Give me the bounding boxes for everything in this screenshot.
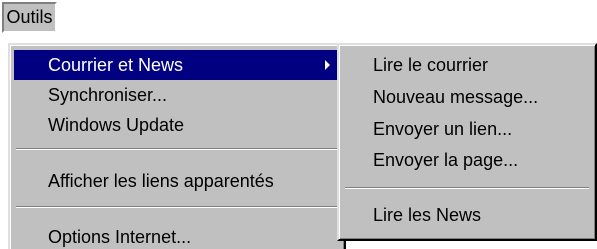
submenu-item-envoyer-lien[interactable]: Envoyer un lien... <box>343 114 591 144</box>
menu-item-label: Lire les News <box>373 205 482 225</box>
submenu-arrow-icon <box>325 60 330 70</box>
menu-separator <box>16 148 338 150</box>
submenu-item-lire-news[interactable]: Lire les News <box>343 200 591 230</box>
menu-item-label: Options Internet... <box>48 227 192 247</box>
menu-item-synchroniser[interactable]: Synchroniser... <box>14 80 340 110</box>
menu-item-label: Windows Update <box>48 115 185 135</box>
menu-item-label: Synchroniser... <box>48 85 168 105</box>
menu-item-afficher-liens[interactable]: Afficher les liens apparentés <box>14 166 340 196</box>
menu-outils-label: Outils <box>6 7 53 27</box>
menu-separator <box>345 187 589 189</box>
submenu-item-envoyer-page[interactable]: Envoyer la page... <box>343 145 591 175</box>
menu-item-options-internet[interactable]: Options Internet... <box>14 222 340 249</box>
menu-separator <box>16 206 338 208</box>
menu-item-windows-update[interactable]: Windows Update <box>14 110 340 140</box>
menu-item-label: Lire le courrier <box>373 55 489 75</box>
menu-item-label: Envoyer la page... <box>373 150 519 170</box>
menu-item-label: Courrier et News <box>48 55 184 75</box>
submenu-item-nouveau-message[interactable]: Nouveau message... <box>343 82 591 112</box>
submenu-item-lire-courrier[interactable]: Lire le courrier <box>343 50 591 80</box>
mail-news-submenu: Lire le courrier Nouveau message... Envo… <box>337 43 597 241</box>
menu-outils[interactable]: Outils <box>2 2 57 33</box>
menu-item-label: Afficher les liens apparentés <box>48 171 274 191</box>
menu-item-courrier-et-news[interactable]: Courrier et News <box>14 50 340 80</box>
menu-item-label: Envoyer un lien... <box>373 119 513 139</box>
tools-menu: Courrier et News Synchroniser... Windows… <box>8 43 346 249</box>
menu-item-label: Nouveau message... <box>373 87 539 107</box>
